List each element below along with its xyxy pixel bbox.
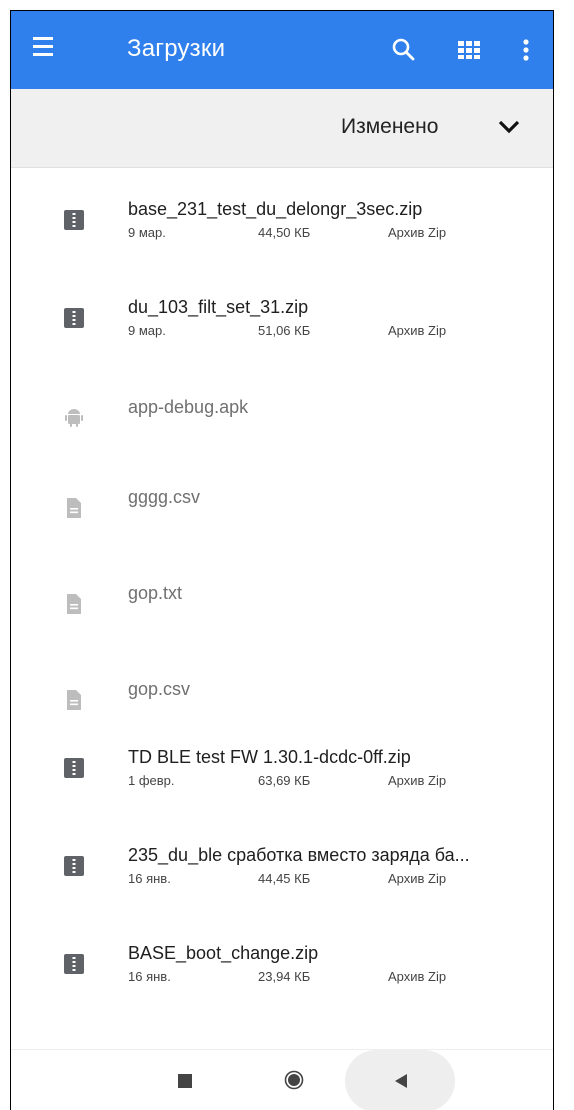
system-nav-bar [11,1049,553,1110]
file-name: TD BLE test FW 1.30.1-dcdc-0ff.zip [128,747,411,767]
more-vert-icon[interactable] [519,35,533,65]
list-item[interactable]: base_231_test_du_delongr_3sec.zip 9 мар.… [11,179,553,277]
file-size: 63,69 КБ [258,773,311,788]
file-type: Архив Zip [388,871,447,886]
zip-icon [64,210,84,230]
file-type: Архив Zip [388,225,447,240]
file-name: gggg.csv [128,487,201,507]
file-date: 9 мар. [128,225,166,240]
file-size: 44,45 КБ [258,871,311,886]
file-type: Архив Zip [388,773,447,788]
file-name: base_231_test_du_delongr_3sec.zip [128,199,423,219]
file-name: 235_du_ble сработка вместо заряда ба... [128,845,470,865]
chevron-down-icon[interactable] [497,116,521,138]
list-item[interactable]: app-debug.apk [11,355,553,445]
file-list: base_231_test_du_delongr_3sec.zip 9 мар.… [11,179,553,1021]
document-icon [67,594,81,614]
screen: Загрузки Изменено base_231_test_du_delon… [10,10,554,1110]
home-icon[interactable] [284,1070,304,1090]
recents-icon[interactable] [178,1074,192,1088]
document-icon [67,690,81,710]
file-name: BASE_boot_change.zip [128,943,319,963]
file-name: du_103_filt_set_31.zip [128,297,309,317]
back-icon[interactable] [393,1073,409,1089]
document-icon [67,498,81,518]
list-item[interactable]: gggg.csv [11,445,553,541]
zip-icon [64,954,84,974]
list-item[interactable]: gop.txt [11,541,553,637]
zip-icon [64,856,84,876]
grid-view-icon[interactable] [457,38,481,62]
file-name: gop.txt [128,583,183,603]
page-title: Загрузки [127,35,226,62]
sort-label[interactable]: Изменено [341,115,438,139]
app-bar: Загрузки [11,11,553,89]
file-size: 51,06 КБ [258,323,311,338]
list-item[interactable]: 235_du_ble сработка вместо заряда ба... … [11,825,553,923]
list-item[interactable]: BASE_boot_change.zip 16 янв. 23,94 КБ Ар… [11,923,553,1021]
list-item[interactable]: TD BLE test FW 1.30.1-dcdc-0ff.zip 1 фев… [11,727,553,825]
file-name: app-debug.apk [128,397,249,417]
file-type: Архив Zip [388,323,447,338]
file-size: 23,94 КБ [258,969,311,984]
sort-bar: Изменено [11,89,553,168]
file-name: gop.csv [128,679,191,699]
zip-icon [64,308,84,328]
zip-icon [64,758,84,778]
menu-icon[interactable] [33,37,61,63]
search-icon[interactable] [389,35,419,65]
file-date: 1 февр. [128,773,175,788]
file-type: Архив Zip [388,969,447,984]
file-date: 9 мар. [128,323,166,338]
list-item[interactable]: gop.csv [11,637,553,719]
file-date: 16 янв. [128,969,171,984]
file-size: 44,50 КБ [258,225,311,240]
android-icon [65,409,83,427]
file-date: 16 янв. [128,871,171,886]
